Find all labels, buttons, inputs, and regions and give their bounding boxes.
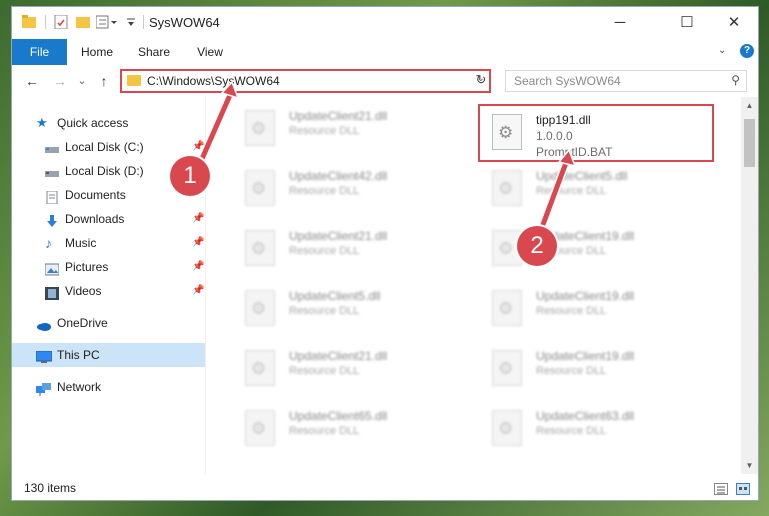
annotation-step-2: 2	[517, 226, 557, 266]
annotation-arrows	[194, 80, 577, 240]
annotation-step-1: 1	[170, 156, 210, 196]
